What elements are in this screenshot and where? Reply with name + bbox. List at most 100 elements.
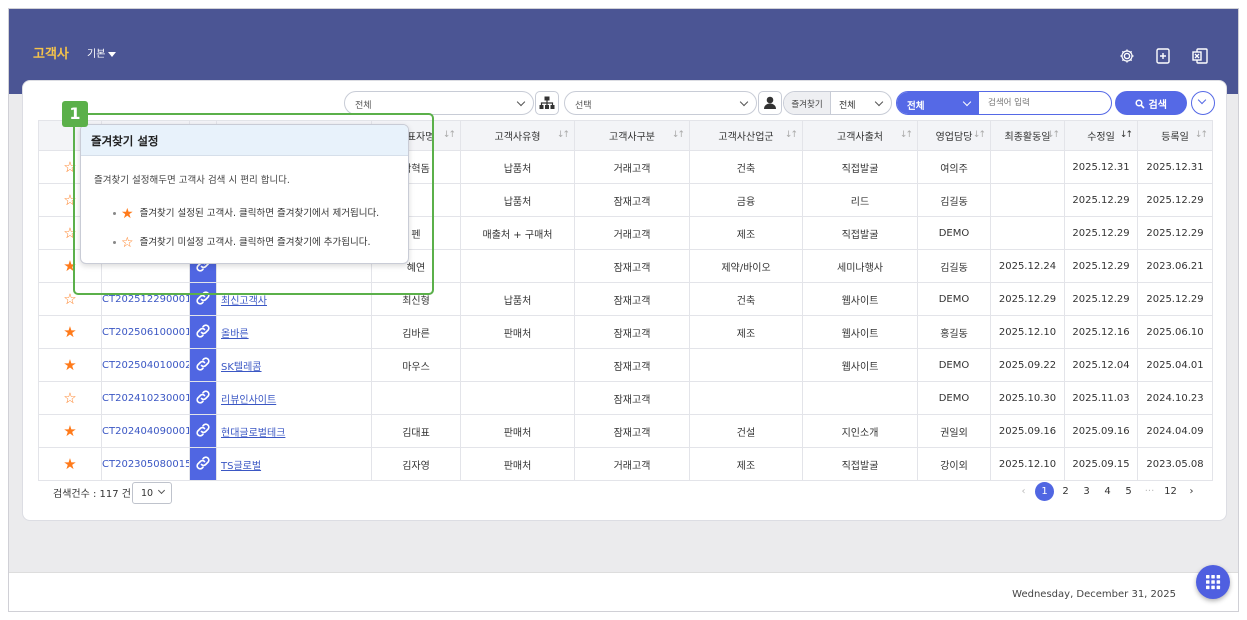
- result-count: 검색건수 : 117 건: [53, 489, 131, 500]
- sort-icon[interactable]: ↓↑: [1047, 130, 1060, 140]
- next-page-icon[interactable]: ›: [1181, 482, 1202, 501]
- owner-select[interactable]: 선택: [564, 91, 757, 115]
- page-12[interactable]: 12: [1160, 482, 1181, 501]
- column-header-source[interactable]: 고객사출처 ↓↑: [802, 120, 918, 151]
- sales-owner: DEMO: [917, 381, 991, 415]
- expand-filters-button[interactable]: [1191, 91, 1215, 115]
- group-select[interactable]: 전체: [344, 91, 534, 115]
- customer-code[interactable]: CT202410230001: [101, 381, 190, 415]
- source: 직접발굴: [802, 447, 918, 481]
- link-icon[interactable]: [189, 447, 217, 481]
- chevron-down-icon: [739, 97, 749, 107]
- column-header-last[interactable]: 최종활동일 ↓↑: [990, 120, 1065, 151]
- link-icon[interactable]: [189, 414, 217, 448]
- industry: 제약/바이오: [689, 249, 803, 283]
- customer-type: 납품처: [460, 282, 575, 316]
- customer-name[interactable]: 올바른: [216, 315, 372, 349]
- column-header-created[interactable]: 등록일 ↓↑: [1137, 120, 1213, 151]
- column-header-type[interactable]: 고객사유형 ↓↑: [460, 120, 575, 151]
- sort-icon[interactable]: ↓↑: [1195, 130, 1208, 140]
- customer-name-link[interactable]: 올바른: [221, 329, 249, 340]
- pagination: ‹ 1 2 3 4 5 ··· 12 ›: [1013, 482, 1202, 502]
- search-input[interactable]: [981, 92, 1109, 114]
- sort-icon[interactable]: ↓↑: [672, 130, 685, 140]
- table-row[interactable]: ★ CT202506100001 올바른 김바른 판매처 잠재고객 제조 웹사이트 홍길동 202…: [38, 315, 1213, 349]
- representative: 마우스: [371, 348, 461, 382]
- link-icon[interactable]: [189, 315, 217, 349]
- industry: 금융: [689, 183, 803, 217]
- column-header-division[interactable]: 고객사구분 ↓↑: [574, 120, 690, 151]
- created-date: 2025.04.01: [1137, 348, 1213, 382]
- industry: [689, 381, 803, 415]
- sort-icon[interactable]: ↓↑: [1120, 130, 1133, 140]
- customer-name-link[interactable]: 리뷰인사이트: [221, 395, 276, 406]
- add-window-icon[interactable]: [1154, 47, 1172, 65]
- industry: 건축: [689, 282, 803, 316]
- customer-type: 납품처: [460, 183, 575, 217]
- industry: 건축: [689, 150, 803, 184]
- view-mode-dropdown[interactable]: 기본: [87, 45, 117, 60]
- star-filled-icon[interactable]: ★: [38, 315, 102, 349]
- star-outline-icon[interactable]: ☆: [38, 381, 102, 415]
- modified-date: 2025.09.15: [1064, 447, 1138, 481]
- customer-name[interactable]: 리뷰인사이트: [216, 381, 372, 415]
- table-row[interactable]: ☆ CT202410230001 리뷰인사이트 잠재고객 DEMO 2025.10.30 2…: [38, 381, 1213, 415]
- column-header-industry[interactable]: 고객사산업군 ↓↑: [689, 120, 803, 151]
- star-filled-icon[interactable]: ★: [38, 414, 102, 448]
- search-button[interactable]: 검색: [1115, 91, 1187, 115]
- star-filled-icon[interactable]: ★: [38, 447, 102, 481]
- customer-name-link[interactable]: 현대글로벌테크: [221, 428, 285, 439]
- table-row[interactable]: ★ CT202404090001 현대글로벌테크 김대표 판매처 잠재고객 건설 지인소개 권일…: [38, 414, 1213, 448]
- favorite-filter-value: 전체: [839, 101, 856, 111]
- customer-type: [460, 348, 575, 382]
- customer-name-link[interactable]: TS글로벌: [221, 461, 261, 472]
- current-date: Wednesday, December 31, 2025: [1012, 589, 1176, 600]
- modified-date: 2025.12.29: [1064, 249, 1138, 283]
- table-row[interactable]: ★ CT202504010002 SK텔레콤 마우스 잠재고객 웹사이트 DEMO 2025.…: [38, 348, 1213, 382]
- sort-icon[interactable]: ↓↑: [557, 130, 570, 140]
- favorite-filter[interactable]: 즐겨찾기 전체: [783, 91, 892, 115]
- industry: 제조: [689, 216, 803, 250]
- customer-code[interactable]: CT202506100001: [101, 315, 190, 349]
- page-1[interactable]: 1: [1035, 482, 1054, 501]
- created-date: 2023.05.08: [1137, 447, 1213, 481]
- star-filled-icon[interactable]: ★: [38, 348, 102, 382]
- chevron-down-icon: [962, 97, 972, 107]
- sort-icon[interactable]: ↓↑: [900, 130, 913, 140]
- page-5[interactable]: 5: [1118, 482, 1139, 501]
- customer-name[interactable]: 현대글로벌테크: [216, 414, 372, 448]
- customer-code[interactable]: CT202504010002: [101, 348, 190, 382]
- customer-name[interactable]: SK텔레콤: [216, 348, 372, 382]
- created-date: 2024.10.23: [1137, 381, 1213, 415]
- customer-name-link[interactable]: SK텔레콤: [221, 362, 262, 373]
- customer-code[interactable]: CT202305080015: [101, 447, 190, 481]
- user-picker-button[interactable]: [758, 91, 782, 115]
- last-activity-date: 2025.09.16: [990, 414, 1065, 448]
- app-menu-button[interactable]: [1196, 565, 1230, 599]
- page-3[interactable]: 3: [1076, 482, 1097, 501]
- link-icon[interactable]: [189, 381, 217, 415]
- page-2[interactable]: 2: [1055, 482, 1076, 501]
- customer-division: 잠재고객: [574, 348, 690, 382]
- link-icon[interactable]: [189, 348, 217, 382]
- prev-page-icon[interactable]: ‹: [1013, 482, 1034, 501]
- search-scope-select[interactable]: 전체: [897, 92, 979, 114]
- customer-name-link[interactable]: 최신고객사: [221, 296, 267, 307]
- sort-icon[interactable]: ↓↑: [973, 130, 986, 140]
- customer-division: 거래고객: [574, 150, 690, 184]
- excel-export-icon[interactable]: [1191, 47, 1209, 65]
- table-row[interactable]: ★ CT202305080015 TS글로벌 김자영 판매처 거래고객 제조 직접발굴 강이외 2…: [38, 447, 1213, 481]
- customer-code[interactable]: CT202404090001: [101, 414, 190, 448]
- page-size-select[interactable]: 10: [132, 482, 172, 504]
- sort-icon[interactable]: ↓↑: [443, 130, 456, 140]
- gear-icon[interactable]: [1118, 47, 1136, 65]
- org-chart-button[interactable]: [535, 91, 559, 115]
- column-header-modified[interactable]: 수정일 ↓↑: [1064, 120, 1138, 151]
- customer-name[interactable]: TS글로벌: [216, 447, 372, 481]
- sort-icon[interactable]: ↓↑: [785, 130, 798, 140]
- created-date: 2025.12.31: [1137, 150, 1213, 184]
- page-4[interactable]: 4: [1097, 482, 1118, 501]
- user-icon: [764, 96, 776, 109]
- column-header-owner[interactable]: 영업담당 ↓↑: [917, 120, 991, 151]
- last-activity-date: 2025.12.24: [990, 249, 1065, 283]
